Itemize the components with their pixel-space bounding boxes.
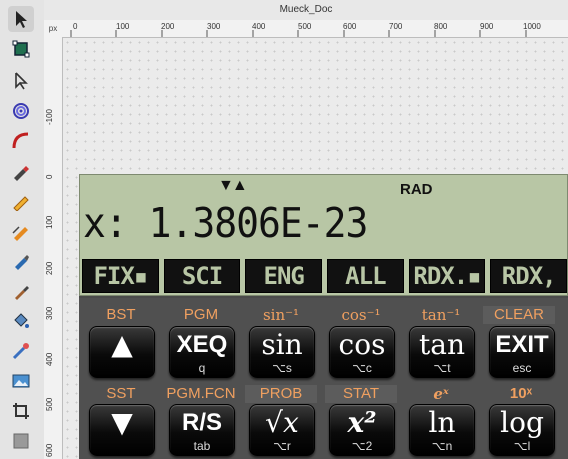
horizontal-ruler[interactable]: 0 100 200 300 400 500 600 700 800 900 10… [62, 20, 568, 38]
key-label: sin [261, 328, 303, 361]
window-title: Mueck_Doc [44, 0, 568, 21]
key-shortcut: esc [512, 361, 532, 375]
ruler-unit: px [44, 20, 63, 38]
x-register: x: 1.3806E-23 [83, 199, 368, 247]
softkey: RDX.▪ [408, 259, 486, 293]
node-select-icon[interactable] [8, 36, 34, 62]
brush-icon[interactable] [8, 248, 34, 274]
log-key[interactable]: log ⌥l [489, 404, 555, 456]
shift-label: STAT [325, 385, 397, 403]
shift-label: eˣ [433, 385, 449, 403]
softkey: ENG [245, 259, 323, 293]
lcd-display: ▼▲ RAD x: 1.3806E-23 FIX▪ SCI ENG ALL RD… [79, 174, 568, 296]
arc-tool-icon[interactable] [8, 128, 34, 154]
exit-key[interactable]: EXIT esc [489, 326, 555, 378]
shift-label: tan⁻¹ [421, 306, 461, 324]
down-key[interactable]: ▼ [89, 404, 155, 456]
shift-label: PGM.FCN [166, 385, 236, 402]
ruler-label: 0 [45, 174, 54, 179]
ruler-label: 600 [45, 443, 54, 457]
toolbox [0, 0, 45, 459]
tan-key[interactable]: tan ⌥t [409, 326, 475, 378]
tweak-icon[interactable] [8, 338, 34, 364]
sin-key[interactable]: sin ⌥s [249, 326, 315, 378]
key-label: tan [419, 328, 465, 361]
key-label: √x [265, 406, 299, 439]
dropper-icon[interactable] [8, 278, 34, 304]
run-stop-key[interactable]: R/S tab [169, 404, 235, 456]
xeq-key[interactable]: XEQ q [169, 326, 235, 378]
sqrt-key[interactable]: √x ⌥r [249, 404, 315, 456]
square-key[interactable]: x² ⌥2 [329, 404, 395, 456]
key-shortcut: ⌥t [433, 361, 451, 375]
softkey: SCI [163, 259, 241, 293]
shift-label: cos⁻¹ [341, 306, 381, 324]
up-key[interactable]: ▲ [89, 326, 155, 378]
key-label: ▲ [111, 328, 133, 361]
spiral-icon[interactable] [8, 98, 34, 124]
pointer-arrow-icon[interactable] [8, 68, 34, 94]
key-label: x² [347, 406, 377, 439]
key-shortcut: tab [193, 439, 211, 453]
ruler-label: 200 [45, 261, 54, 275]
key-shortcut: ⌥l [513, 439, 531, 453]
crop-icon[interactable] [8, 398, 34, 424]
ruler-label: 300 [45, 306, 54, 320]
key-label: log [500, 406, 544, 439]
shift-label: 10ˣ [509, 385, 533, 402]
key-label: cos [338, 328, 386, 361]
key-shortcut: ⌥s [272, 361, 292, 375]
softkey: FIX▪ [82, 259, 159, 293]
calculator-image[interactable]: ▼▲ RAD x: 1.3806E-23 FIX▪ SCI ENG ALL RD… [79, 174, 568, 459]
shift-label: sin⁻¹ [262, 306, 300, 324]
key-shortcut: ⌥n [431, 439, 453, 453]
key-shortcut: q [198, 361, 206, 375]
ruler-label: 400 [45, 352, 54, 366]
angle-mode: RAD [400, 181, 433, 198]
pencil-icon[interactable] [8, 188, 34, 214]
ruler-label: 100 [45, 215, 54, 229]
calligraphy-icon[interactable] [8, 218, 34, 244]
cos-key[interactable]: cos ⌥c [329, 326, 395, 378]
key-shortcut: ⌥c [352, 361, 372, 375]
shift-label: CLEAR [483, 306, 555, 324]
selector-arrow-icon[interactable] [8, 6, 34, 32]
key-label: EXIT [495, 331, 549, 358]
vertical-ruler[interactable]: -100 0 100 200 300 400 500 600 [44, 37, 63, 459]
key-shortcut: ⌥r [273, 439, 291, 453]
annunciator-flags: ▼▲ [218, 177, 248, 194]
image-icon[interactable] [8, 368, 34, 394]
key-label: ln [428, 406, 456, 439]
ruler-ticks [70, 30, 527, 37]
pen-icon[interactable] [8, 158, 34, 184]
ruler-label: -100 [45, 108, 54, 125]
shift-label: PGM [183, 306, 219, 323]
key-label: ▼ [111, 406, 133, 439]
shift-label: SST [106, 385, 136, 402]
key-shortcut: ⌥2 [351, 439, 373, 453]
softkey: ALL [327, 259, 404, 293]
key-label: R/S [181, 409, 222, 436]
ruler-label: 500 [45, 397, 54, 411]
rectangle-icon[interactable] [8, 428, 34, 454]
ln-key[interactable]: ln ⌥n [409, 404, 475, 456]
shift-label: PROB [245, 385, 317, 403]
softkey: RDX, [490, 259, 568, 293]
paint-bucket-icon[interactable] [8, 308, 34, 334]
softkey-menu: FIX▪ SCI ENG ALL RDX.▪ RDX, [82, 259, 568, 293]
key-label: XEQ [176, 331, 228, 358]
keypad: BST PGM sin⁻¹ cos⁻¹ tan⁻¹ CLEAR ▲ XEQ q s… [79, 298, 568, 459]
shift-label: BST [106, 306, 136, 323]
